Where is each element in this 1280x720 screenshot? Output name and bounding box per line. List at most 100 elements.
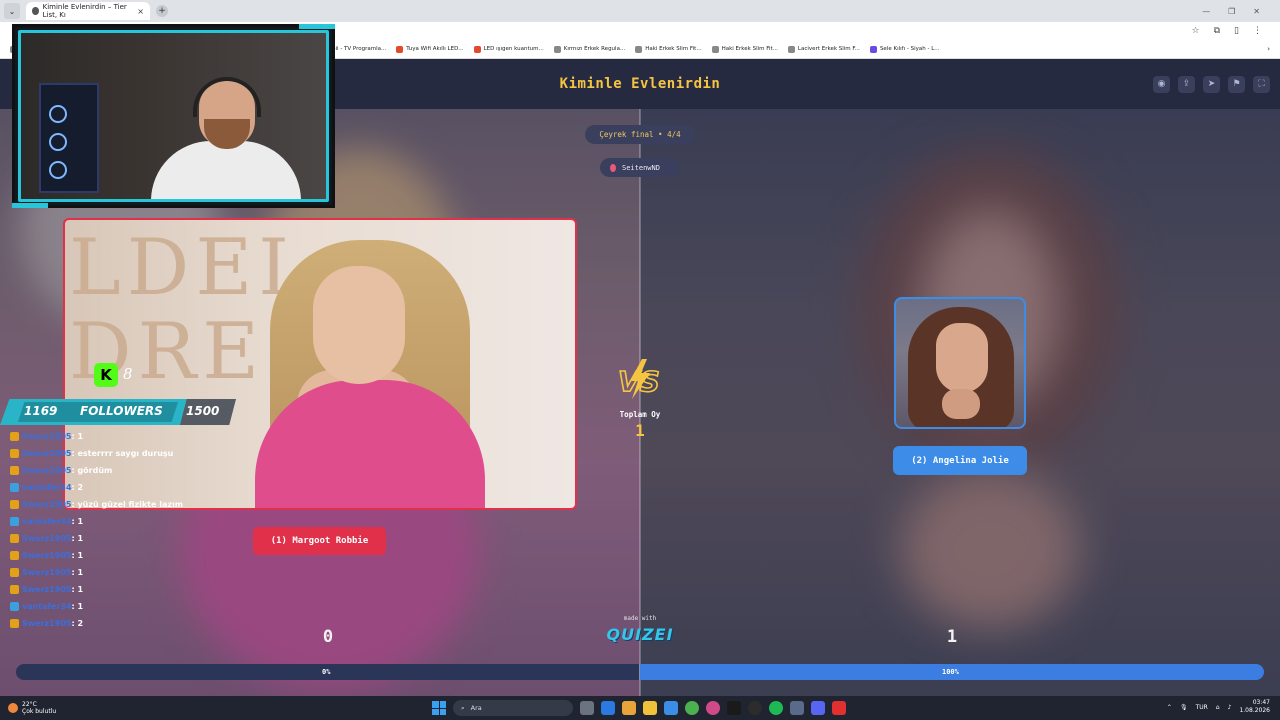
bookmark-item[interactable]: Tuya Wifi Akıllı LED...: [396, 45, 464, 53]
store-icon[interactable]: [664, 701, 678, 715]
new-tab-button[interactable]: +: [156, 5, 168, 17]
share-icon[interactable]: ⇪: [1178, 76, 1195, 93]
right-progress-label: 100%: [942, 668, 959, 676]
taskbar-search[interactable]: ⌕ Ara: [453, 700, 573, 716]
bookmark-label: Haki Erkek Slim Fit...: [721, 46, 778, 52]
total-votes-label: Toplam Oy: [619, 410, 661, 419]
chat-username: Swerz1905: [22, 534, 72, 543]
flag-icon[interactable]: ⚑: [1228, 76, 1245, 93]
bookmark-label: Sele Kılıfı - Siyah - L...: [879, 46, 940, 52]
bookmark-item[interactable]: LED ışıgen kuantum...: [473, 45, 544, 53]
chat-username: Swerz1905: [22, 466, 72, 475]
frame-accent: [12, 203, 48, 208]
discord-icon[interactable]: [811, 701, 825, 715]
start-button[interactable]: [432, 701, 446, 715]
steam-icon[interactable]: [790, 701, 804, 715]
header-actions: ◉ ⇪ ➤ ⚑ ⛶: [1153, 76, 1270, 93]
bookmark-item[interactable]: Kırmızı Erkek Regula...: [553, 45, 625, 53]
chat-message: vantafer34: 2: [10, 479, 250, 496]
chat-badge-icon: [10, 619, 19, 628]
chat-badge-icon: [10, 585, 19, 594]
close-window-icon[interactable]: ✕: [1253, 7, 1260, 16]
task-view-icon[interactable]: [580, 701, 594, 715]
bookmark-star-icon[interactable]: ☆: [1192, 26, 1200, 36]
more-bookmarks-icon[interactable]: ›: [1267, 45, 1280, 53]
browser-menu-icon[interactable]: ⋮: [1253, 26, 1262, 36]
followers-goal: 1500: [186, 404, 220, 418]
chat-badge-icon: [10, 517, 19, 526]
photo-face: [936, 323, 988, 393]
right-choice-image[interactable]: [894, 297, 1026, 429]
extensions-icon[interactable]: ⧉: [1214, 26, 1220, 36]
restore-icon[interactable]: ❐: [1228, 7, 1235, 16]
chat-message: Swerz1905: 1: [10, 581, 250, 598]
chat-username: Swerz1905: [22, 585, 72, 594]
chat-badge-icon: [10, 500, 19, 509]
volume-icon[interactable]: ♪: [1228, 704, 1232, 711]
webcam-frame: [18, 30, 329, 202]
language-indicator[interactable]: TUR: [1196, 704, 1208, 711]
chat-text: : yüzü güzel fizikte lazım: [71, 500, 184, 509]
chat-text: : gördüm: [71, 466, 113, 475]
weather-widget[interactable]: 22°C Çok bulutlu: [8, 701, 56, 715]
chat-message: Swerz1905: 1: [10, 428, 250, 445]
tab-title: Kiminle Evlenirdin – Tier List, Kı: [42, 3, 127, 19]
chat-badge-icon: [10, 602, 19, 611]
bookmark-item[interactable]: Lacivert Erkek Slim F...: [787, 45, 860, 53]
obs-icon[interactable]: [748, 701, 762, 715]
bookmark-item[interactable]: Haki Erkek Slim Fit...: [711, 45, 778, 53]
bookmark-favicon-icon: [787, 45, 795, 53]
chat-username: vantafer34: [22, 483, 72, 492]
chat-message: vantafer34: 1: [10, 513, 250, 530]
versus-icon: VS: [617, 359, 661, 399]
chrome-icon[interactable]: [685, 701, 699, 715]
chat-overlay: Swerz1905: 1 Swerz1905: esterrrr saygı du…: [10, 428, 250, 632]
chat-username: vantafer34: [22, 517, 72, 526]
kick-logo-icon: K: [94, 363, 118, 387]
chat-text: : 2: [71, 483, 84, 492]
username: SeitenwND: [622, 163, 660, 172]
followers-goal-widget: 1169 FOLLOWERS 1500: [0, 399, 236, 425]
bookmark-item[interactable]: Sele Kılıfı - Siyah - L...: [869, 45, 940, 53]
copilot-icon[interactable]: [622, 701, 636, 715]
mic-icon[interactable]: 🎙: [1180, 704, 1188, 711]
kick-viewer-count: 8: [123, 365, 133, 383]
chat-badge-icon: [10, 483, 19, 492]
clock[interactable]: 03:47 1.08.2026: [1239, 699, 1270, 715]
spotify-icon[interactable]: [769, 701, 783, 715]
file-explorer-icon[interactable]: [643, 701, 657, 715]
minimize-icon[interactable]: —: [1202, 7, 1210, 16]
quiz-title: Kiminle Evlenirdin: [559, 76, 721, 92]
chat-username: Swerz1905: [22, 432, 72, 441]
chat-text: : 1: [71, 568, 84, 577]
tab-search-icon[interactable]: ⌄: [4, 3, 20, 19]
chat-username: Swerz1905: [22, 449, 72, 458]
bookmark-item[interactable]: Haki Erkek Slim Fit...: [635, 45, 702, 53]
network-icon[interactable]: ⌂: [1216, 704, 1220, 711]
browser-tab-active[interactable]: Kiminle Evlenirdin – Tier List, Kı ×: [26, 2, 150, 20]
pc-case: [39, 83, 99, 193]
close-tab-icon[interactable]: ×: [137, 7, 144, 16]
send-icon[interactable]: ➤: [1203, 76, 1220, 93]
left-choice-button[interactable]: (1) Margoot Robbie: [253, 527, 386, 555]
youtube-icon[interactable]: [832, 701, 846, 715]
window-controls: — ❐ ✕: [1202, 7, 1280, 16]
chat-text: : esterrrr saygı duruşu: [71, 449, 174, 458]
browser-tab-strip: ⌄ Kiminle Evlenirdin – Tier List, Kı × +…: [0, 0, 1280, 22]
chat-badge-icon: [10, 551, 19, 560]
eye-icon[interactable]: ◉: [1153, 76, 1170, 93]
total-votes-value: 1: [635, 421, 645, 440]
edge-icon[interactable]: [601, 701, 615, 715]
clock-time: 03:47: [1252, 699, 1270, 706]
quizei-logo[interactable]: QUIZEI: [600, 625, 680, 644]
profile-icon[interactable]: ▯: [1234, 26, 1239, 36]
browser-active-icon[interactable]: [706, 701, 720, 715]
kick-app-icon[interactable]: [727, 701, 741, 715]
tray-overflow-icon[interactable]: ⌃: [1167, 704, 1172, 711]
followers-label: FOLLOWERS: [80, 404, 163, 418]
fullscreen-icon[interactable]: ⛶: [1253, 76, 1270, 93]
chat-text: : 1: [71, 432, 84, 441]
vote-progress-bar: 0% 100%: [16, 664, 1264, 680]
right-choice-button[interactable]: (2) Angelina Jolie: [893, 446, 1027, 475]
streamer-shirt: [151, 141, 301, 199]
